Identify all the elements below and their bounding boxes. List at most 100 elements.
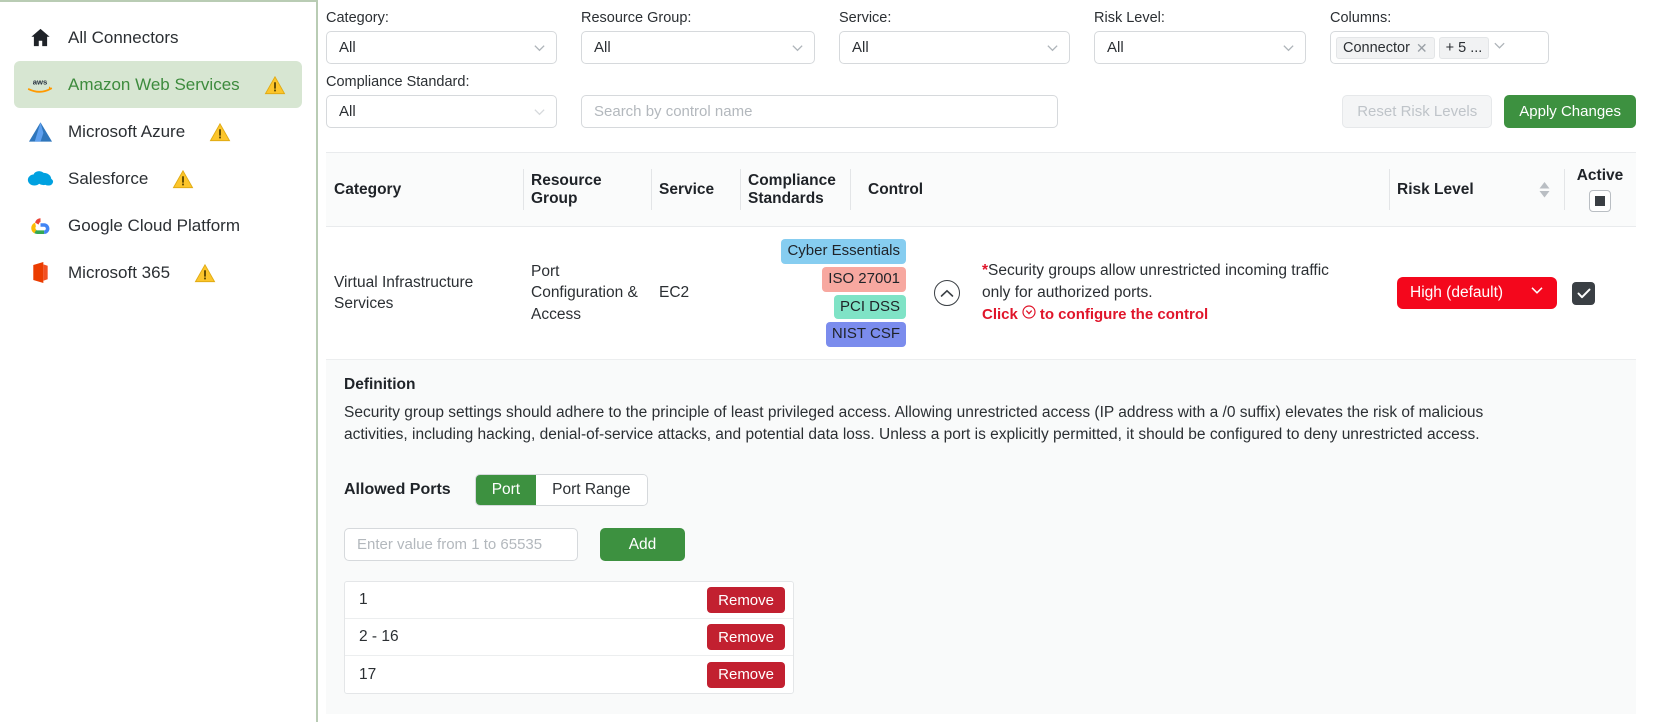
resource-group-select[interactable]: All — [581, 31, 815, 64]
column-header-service[interactable]: Service — [651, 153, 740, 226]
compliance-badge: NIST CSF — [825, 322, 906, 347]
toggle-port-range-button[interactable]: Port Range — [536, 475, 647, 505]
select-all-checkbox[interactable] — [1589, 190, 1611, 212]
active-checkbox[interactable] — [1572, 281, 1595, 305]
column-header-compliance-standards[interactable]: Compliance Standards — [740, 153, 850, 226]
resource-group-select-value: All — [594, 39, 611, 56]
controls-table: Category Resource Group Service Complian… — [326, 152, 1636, 359]
remove-port-button[interactable]: Remove — [707, 661, 785, 688]
cell-risk-level: High (default) — [1389, 269, 1564, 317]
risk-level-select-value: All — [1107, 39, 1124, 56]
sidebar-item-label: Microsoft Azure — [68, 121, 186, 141]
compliance-standard-filter-label: Compliance Standard: — [326, 74, 470, 90]
sidebar-item-amazon-web-services[interactable]: aws Amazon Web Services — [14, 61, 302, 108]
port-value: 1 — [359, 591, 368, 608]
microsoft365-icon — [26, 259, 54, 287]
compliance-badge: Cyber Essentials — [781, 239, 906, 264]
application-root: All Connectors aws Amazon Web Services M… — [0, 0, 1660, 722]
control-detail-panel: Definition Security group settings shoul… — [326, 359, 1636, 714]
service-filter-label: Service: — [839, 10, 892, 26]
salesforce-icon — [26, 165, 54, 193]
columns-chip-label: Connector — [1343, 39, 1410, 56]
connectors-sidebar: All Connectors aws Amazon Web Services M… — [0, 0, 318, 722]
close-icon[interactable]: ✕ — [1416, 41, 1428, 55]
remove-port-button[interactable]: Remove — [707, 587, 785, 613]
filters-row-2: Compliance Standard: All Reset Risk Leve… — [326, 74, 1636, 128]
column-header-resource-group[interactable]: Resource Group — [523, 153, 651, 226]
cell-resource-group: Port Configuration & Access — [531, 262, 638, 323]
filters-toolbar: Category: All Resource Group: All Servic… — [318, 0, 1660, 128]
cell-active — [1564, 274, 1636, 313]
category-select[interactable]: All — [326, 31, 557, 64]
sort-icon[interactable] — [1539, 181, 1554, 198]
control-detail-inner: Definition Security group settings shoul… — [326, 376, 1636, 694]
control-text: Security groups allow unrestricted incom… — [982, 262, 1329, 301]
toggle-port-button[interactable]: Port — [475, 475, 537, 505]
port-mode-toggle-group: Port Port Range — [474, 474, 648, 506]
collapse-control-toggle[interactable] — [934, 280, 960, 306]
definition-title: Definition — [344, 376, 416, 393]
port-value-input[interactable] — [344, 528, 578, 561]
configure-hint-suffix: to configure the control — [1039, 306, 1209, 324]
sidebar-item-salesforce[interactable]: Salesforce — [14, 155, 302, 202]
column-header-risk-level-label: Risk Level — [1397, 180, 1474, 198]
warning-icon — [209, 122, 231, 142]
column-header-active: Active — [1564, 153, 1636, 226]
category-select-value: All — [339, 39, 356, 56]
chevron-down-icon — [533, 105, 546, 118]
sidebar-item-all-connectors[interactable]: All Connectors — [14, 14, 302, 61]
service-select[interactable]: All — [839, 31, 1070, 64]
sidebar-item-label: Google Cloud Platform — [68, 215, 240, 235]
column-header-category[interactable]: Category — [326, 153, 523, 226]
configure-hint: Click to configure the control — [982, 305, 1342, 326]
port-value: 2 - 16 — [359, 628, 399, 645]
search-input[interactable] — [581, 95, 1058, 128]
risk-level-filter-label: Risk Level: — [1094, 10, 1165, 26]
list-item: 2 - 16 Remove — [345, 619, 793, 656]
allowed-ports-list: 1 Remove 2 - 16 Remove 17 Remove — [344, 581, 794, 694]
sidebar-item-label: All Connectors — [68, 27, 179, 47]
risk-level-dropdown[interactable]: High (default) — [1397, 277, 1557, 309]
risk-level-filter: Risk Level: All — [1094, 10, 1330, 64]
service-filter: Service: All — [839, 10, 1094, 64]
reset-risk-levels-button[interactable]: Reset Risk Levels — [1342, 95, 1493, 128]
gcp-icon — [26, 212, 54, 240]
column-header-control[interactable]: Control — [850, 153, 1389, 226]
sidebar-item-google-cloud-platform[interactable]: Google Cloud Platform — [14, 202, 302, 249]
service-select-value: All — [852, 39, 869, 56]
risk-level-select[interactable]: All — [1094, 31, 1306, 64]
sidebar-item-microsoft-365[interactable]: Microsoft 365 — [14, 249, 302, 296]
columns-multiselect[interactable]: Connector ✕ + 5 ... — [1330, 31, 1549, 64]
chevron-down-icon — [1046, 41, 1059, 54]
resource-group-filter-label: Resource Group: — [581, 10, 692, 26]
configure-hint-prefix: Click — [982, 306, 1018, 324]
remove-port-button[interactable]: Remove — [707, 624, 785, 650]
compliance-badge: PCI DSS — [833, 294, 906, 320]
add-port-button[interactable]: Add — [600, 528, 685, 561]
columns-filter-label: Columns: — [1330, 10, 1392, 26]
cell-compliance-standards: Cyber Essentials ISO 27001 PCI DSS NIST … — [740, 231, 920, 355]
apply-changes-button[interactable]: Apply Changes — [1504, 95, 1636, 128]
cell-service: EC2 — [659, 284, 690, 302]
columns-chip-more[interactable]: + 5 ... — [1438, 36, 1490, 59]
columns-chip-connector[interactable]: Connector ✕ — [1336, 36, 1435, 59]
sidebar-item-microsoft-azure[interactable]: Microsoft Azure — [14, 108, 302, 155]
svg-text:aws: aws — [33, 77, 48, 86]
warning-icon — [172, 169, 194, 189]
main-content: Category: All Resource Group: All Servic… — [318, 0, 1660, 722]
column-header-risk-level[interactable]: Risk Level — [1389, 153, 1564, 226]
table-row: Virtual Infrastructure Services Port Con… — [326, 227, 1636, 359]
home-icon — [26, 24, 54, 52]
list-item: 1 Remove — [345, 582, 793, 619]
compliance-standard-select[interactable]: All — [326, 95, 557, 128]
filters-row-1: Category: All Resource Group: All Servic… — [326, 10, 1636, 64]
definition-text: Security group settings should adhere to… — [344, 404, 1484, 443]
warning-icon — [194, 263, 216, 283]
compliance-standard-select-value: All — [339, 103, 356, 120]
aws-icon: aws — [26, 71, 54, 99]
sidebar-item-label: Salesforce — [68, 168, 149, 188]
chevron-down-icon — [1530, 282, 1544, 303]
risk-level-value: High (default) — [1410, 284, 1504, 302]
chevron-down-circle-icon — [1022, 305, 1036, 326]
compliance-standard-filter: Compliance Standard: All — [326, 74, 581, 128]
